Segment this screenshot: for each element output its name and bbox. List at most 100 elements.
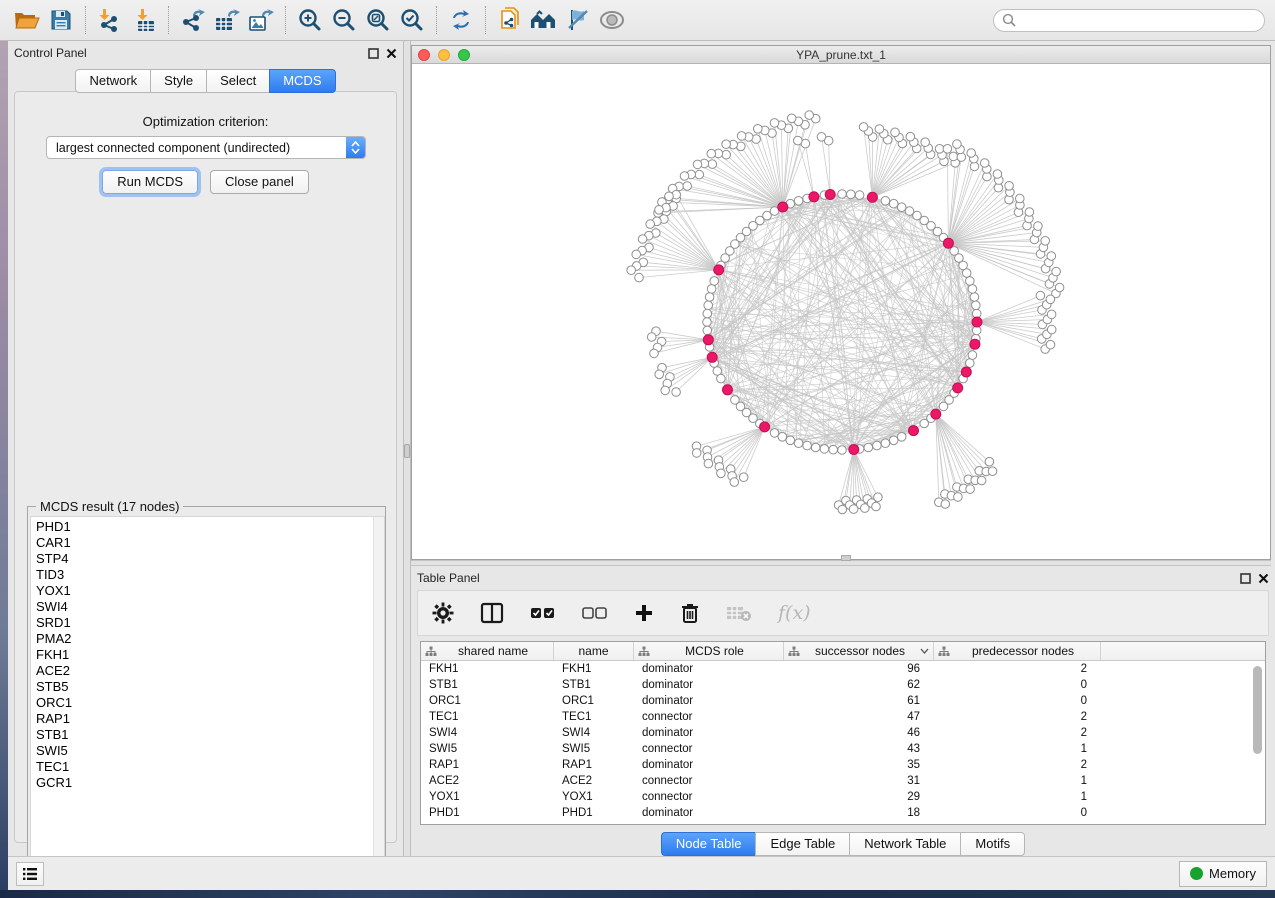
table-tab-network-table[interactable]: Network Table — [849, 832, 960, 856]
network-window-title: YPA_prune.txt_1 — [412, 48, 1270, 62]
birdseye-view-icon[interactable] — [595, 5, 629, 35]
desktop-wallpaper-bottom — [0, 890, 1275, 898]
optimization-criterion-select[interactable]: largest connected component (undirected) — [46, 136, 366, 159]
show-all-nodes-icon[interactable] — [527, 5, 561, 35]
cell-name: STB1 — [554, 677, 634, 693]
table-row[interactable]: ACE2ACE2connector311 — [421, 773, 1265, 789]
mcds-result-item[interactable]: YOX1 — [36, 583, 384, 599]
mcds-result-item[interactable]: FKH1 — [36, 647, 384, 663]
table-row[interactable]: ORC1ORC1dominator610 — [421, 693, 1265, 709]
save-session-icon[interactable] — [44, 5, 78, 35]
cell-predecessor-nodes: 1 — [934, 789, 1101, 805]
mcds-result-item[interactable]: TEC1 — [36, 759, 384, 775]
import-network-icon[interactable] — [93, 5, 127, 35]
column-header-shared-name[interactable]: shared name — [421, 642, 554, 660]
table-tab-edge-table[interactable]: Edge Table — [755, 832, 849, 856]
cell-successor-nodes: 43 — [784, 741, 934, 757]
control-panel-header: Control Panel — [8, 41, 403, 65]
zoom-fit-icon[interactable] — [361, 5, 395, 35]
apply-layout-icon[interactable] — [444, 5, 478, 35]
cell-name: YOX1 — [554, 789, 634, 805]
close-panel-icon[interactable] — [386, 48, 397, 59]
table-tab-motifs[interactable]: Motifs — [960, 832, 1025, 856]
table-row[interactable]: STB1STB1dominator620 — [421, 677, 1265, 693]
cell-predecessor-nodes: 1 — [934, 741, 1101, 757]
zoom-in-icon[interactable] — [293, 5, 327, 35]
table-settings-gear-icon[interactable] — [432, 602, 454, 624]
mcds-result-item[interactable]: SWI5 — [36, 743, 384, 759]
column-header-predecessor-nodes[interactable]: predecessor nodes — [934, 642, 1101, 660]
mcds-result-item[interactable]: STB1 — [36, 727, 384, 743]
export-table-icon[interactable] — [210, 5, 244, 35]
control-tab-network[interactable]: Network — [75, 69, 150, 93]
delete-column-icon[interactable] — [680, 602, 700, 624]
splitter-grip[interactable] — [841, 555, 851, 561]
run-mcds-button[interactable]: Run MCDS — [102, 170, 198, 194]
mcds-result-item[interactable]: ORC1 — [36, 695, 384, 711]
mcds-result-item[interactable]: CAR1 — [36, 535, 384, 551]
mcds-result-item[interactable]: SRD1 — [36, 615, 384, 631]
column-type-icon — [938, 646, 950, 657]
table-row[interactable]: FKH1FKH1dominator962 — [421, 661, 1265, 677]
table-row[interactable]: PHD1PHD1dominator180 — [421, 805, 1265, 821]
table-scrollbar-thumb[interactable] — [1253, 666, 1262, 754]
control-tab-mcds[interactable]: MCDS — [269, 69, 335, 93]
column-header-name[interactable]: name — [554, 642, 634, 660]
mcds-result-list[interactable]: PHD1CAR1STP4TID3YOX1SWI4SRD1PMA2FKH1ACE2… — [30, 516, 385, 877]
select-all-icon[interactable] — [530, 606, 556, 620]
column-header-successor-nodes[interactable]: successor nodes — [784, 642, 934, 660]
export-image-icon[interactable] — [244, 5, 278, 35]
table-row[interactable]: TEC1TEC1connector472 — [421, 709, 1265, 725]
cell-MCDS-role: connector — [634, 789, 784, 805]
control-tab-style[interactable]: Style — [150, 69, 206, 93]
mcds-result-item[interactable]: RAP1 — [36, 711, 384, 727]
close-panel-icon[interactable] — [1258, 573, 1269, 584]
hide-flagged-icon[interactable] — [561, 5, 595, 35]
function-builder-icon: f(x) — [778, 602, 811, 624]
network-canvas[interactable] — [412, 64, 1270, 559]
toolbar-separator — [436, 6, 437, 34]
mcds-result-item[interactable]: STP4 — [36, 551, 384, 567]
memory-button[interactable]: Memory — [1179, 861, 1267, 887]
export-network-icon[interactable] — [176, 5, 210, 35]
float-panel-icon[interactable] — [1240, 573, 1251, 584]
column-type-icon — [425, 646, 437, 657]
new-network-from-selection-icon[interactable] — [493, 5, 527, 35]
table-row[interactable]: RAP1RAP1dominator352 — [421, 757, 1265, 773]
network-window-titlebar[interactable]: YPA_prune.txt_1 — [412, 46, 1270, 64]
column-panel-icon[interactable] — [480, 602, 504, 624]
open-file-icon[interactable] — [10, 5, 44, 35]
table-row[interactable]: YOX1YOX1connector291 — [421, 789, 1265, 805]
mcds-result-item[interactable]: SWI4 — [36, 599, 384, 615]
cell-name: ORC1 — [554, 693, 634, 709]
close-panel-button[interactable]: Close panel — [210, 170, 309, 194]
mcds-result-item[interactable]: PHD1 — [36, 519, 384, 535]
column-header-label: predecessor nodes — [950, 644, 1096, 658]
control-tab-select[interactable]: Select — [206, 69, 269, 93]
deselect-all-icon[interactable] — [582, 606, 608, 620]
zoom-out-icon[interactable] — [327, 5, 361, 35]
mcds-result-item[interactable]: TID3 — [36, 567, 384, 583]
mcds-result-item[interactable]: STB5 — [36, 679, 384, 695]
table-row[interactable]: SWI4SWI4dominator462 — [421, 725, 1265, 741]
zoom-selected-icon[interactable] — [395, 5, 429, 35]
search-input[interactable] — [1021, 13, 1256, 27]
mcds-result-item[interactable]: PMA2 — [36, 631, 384, 647]
table-row[interactable]: SWI5SWI5connector431 — [421, 741, 1265, 757]
panel-list-button[interactable] — [16, 862, 44, 886]
search-box[interactable] — [993, 9, 1265, 32]
toolbar-separator — [485, 6, 486, 34]
float-panel-icon[interactable] — [368, 48, 379, 59]
mcds-result-item[interactable]: ACE2 — [36, 663, 384, 679]
mcds-tab-page: Optimization criterion: largest connecte… — [14, 91, 397, 843]
status-bar: Memory — [8, 856, 1275, 890]
column-header-MCDS-role[interactable]: MCDS role — [634, 642, 784, 660]
table-tab-node-table[interactable]: Node Table — [661, 832, 756, 856]
add-column-icon[interactable] — [634, 603, 654, 623]
splitter-grip[interactable] — [404, 444, 410, 458]
import-table-icon[interactable] — [127, 5, 161, 35]
node-table[interactable]: shared namenameMCDS rolesuccessor nodes p… — [420, 641, 1266, 825]
vertical-splitter[interactable] — [403, 41, 411, 856]
mcds-result-item[interactable]: GCR1 — [36, 775, 384, 791]
mcds-list-scrollbar[interactable] — [373, 517, 384, 876]
